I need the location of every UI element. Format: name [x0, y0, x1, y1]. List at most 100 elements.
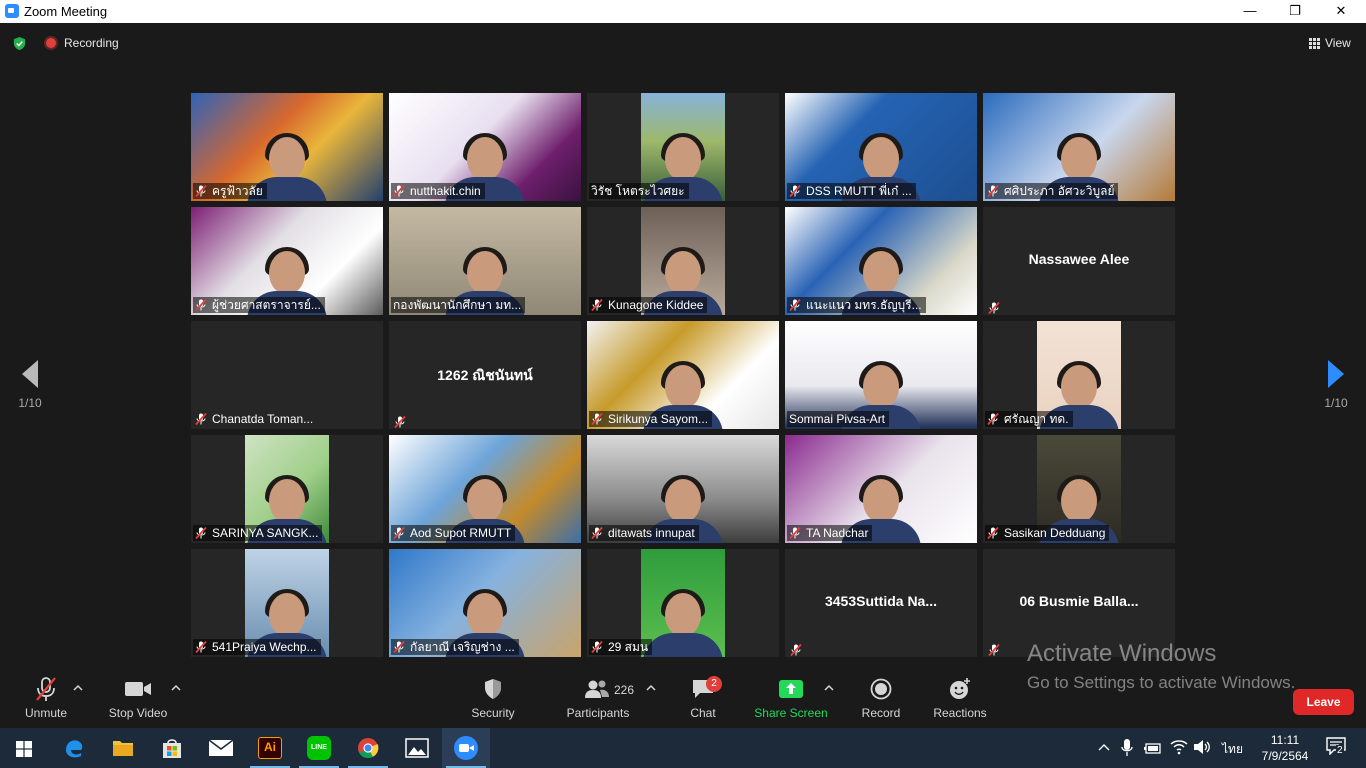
chat-unread-badge: 2: [706, 676, 722, 692]
taskbar-chrome[interactable]: [344, 728, 392, 768]
reactions-label: Reactions: [933, 706, 987, 720]
taskbar-store[interactable]: [148, 728, 196, 768]
taskbar-mail[interactable]: [197, 728, 245, 768]
participant-tile[interactable]: TA Nadchar: [785, 435, 977, 543]
security-label: Security: [471, 706, 515, 720]
chat-label: Chat: [690, 706, 716, 720]
notification-count: 2: [1336, 745, 1344, 756]
muted-mic-icon: [790, 644, 802, 656]
video-gallery: ครูฟ้าวลัย nutthakit.chin วิรัช โหตระไวศยะ…: [0, 0, 1366, 660]
security-button[interactable]: Security: [464, 676, 522, 720]
share-screen-button[interactable]: Share Screen: [752, 676, 830, 720]
muted-mic-icon: [393, 527, 405, 539]
participant-tile[interactable]: Kunagone Kiddee: [587, 207, 779, 315]
participant-name-label: Sommai Pivsa-Art: [787, 411, 890, 427]
taskbar-photos[interactable]: [393, 728, 441, 768]
chrome-browser-icon: [358, 738, 379, 759]
muted-mic-icon: [195, 527, 207, 539]
photos-icon: [405, 738, 429, 758]
participant-tile[interactable]: Chanatda Toman...: [191, 321, 383, 429]
muted-mic-icon: [988, 302, 1000, 314]
share-options-chevron-icon[interactable]: [824, 683, 834, 693]
participant-tile[interactable]: SARINYA SANGK...: [191, 435, 383, 543]
participant-name-label: Sasikan Dedduang: [985, 525, 1110, 541]
next-page-button[interactable]: 1/10: [1316, 360, 1356, 420]
muted-mic-indicator: [790, 641, 802, 656]
muted-mic-icon: [591, 641, 603, 653]
participant-name-label: DSS RMUTT พี่เก๋ ...: [787, 183, 916, 199]
participant-tile[interactable]: Sommai Pivsa-Art: [785, 321, 977, 429]
taskbar-line[interactable]: LINE: [295, 728, 343, 768]
microphone-tray-icon[interactable]: [1121, 739, 1133, 757]
participant-tile[interactable]: วิรัช โหตระไวศยะ: [587, 93, 779, 201]
participant-tile[interactable]: ศศิประภา อัศวะวิบูลย์: [983, 93, 1175, 201]
stop-video-button[interactable]: Stop Video: [104, 676, 172, 720]
start-button[interactable]: [0, 728, 48, 768]
participant-tile[interactable]: กัลยาณี เจริญช่าง ...: [389, 549, 581, 657]
record-button[interactable]: Record: [856, 676, 906, 720]
security-shield-icon: [485, 679, 501, 699]
battery-icon[interactable]: [1144, 741, 1162, 755]
taskbar-zoom[interactable]: [442, 728, 490, 768]
unmute-button[interactable]: Unmute: [16, 676, 76, 720]
participant-tile[interactable]: Sirikunya Sayom...: [587, 321, 779, 429]
page-indicator-right: 1/10: [1324, 396, 1348, 410]
participant-tile[interactable]: Sasikan Dedduang: [983, 435, 1175, 543]
participant-name: Sommai Pivsa-Art: [789, 412, 886, 426]
participant-tile[interactable]: 29 สมน: [587, 549, 779, 657]
input-language-indicator[interactable]: ไทย: [1222, 740, 1243, 759]
participant-name: ศรัณญา ทด.: [1004, 412, 1069, 426]
participant-name-label: Sirikunya Sayom...: [589, 411, 713, 427]
participant-tile[interactable]: Nassawee Alee: [983, 207, 1175, 315]
store-bag-icon: [163, 739, 181, 758]
participant-tile[interactable]: 541Praiya Wechp...: [191, 549, 383, 657]
participant-name-label: วิรัช โหตระไวศยะ: [589, 183, 689, 199]
audio-options-chevron-icon[interactable]: [73, 683, 83, 693]
participant-name-label: ครูฟ้าวลัย: [193, 183, 267, 199]
taskbar-edge[interactable]: [50, 728, 98, 768]
share-screen-arrow-icon: [779, 680, 803, 698]
participant-tile[interactable]: DSS RMUTT พี่เก๋ ...: [785, 93, 977, 201]
page-indicator-left: 1/10: [18, 396, 42, 410]
muted-mic-icon: [393, 185, 405, 197]
reactions-button[interactable]: Reactions: [930, 676, 990, 720]
participant-tile[interactable]: Aod Supot RMUTT: [389, 435, 581, 543]
participant-name: DSS RMUTT พี่เก๋ ...: [806, 184, 912, 198]
clock-time: 11:11: [1270, 733, 1300, 747]
participant-name: 1262 ณิชนันทน์: [437, 367, 533, 383]
muted-mic-icon: [789, 527, 801, 539]
muted-mic-icon: [394, 416, 406, 428]
muted-mic-icon: [987, 527, 999, 539]
participant-name: ศศิประภา อัศวะวิบูลย์: [1004, 184, 1115, 198]
muted-mic-icon: [987, 413, 999, 425]
participant-tile[interactable]: กองพัฒนานักศึกษา มท...: [389, 207, 581, 315]
taskbar-file-explorer[interactable]: [99, 728, 147, 768]
action-center-button[interactable]: 2: [1326, 737, 1348, 759]
participant-name: 29 สมน: [608, 640, 649, 654]
participants-options-chevron-icon[interactable]: [646, 683, 656, 693]
participants-label: Participants: [566, 706, 630, 720]
video-options-chevron-icon[interactable]: [171, 683, 181, 693]
participant-tile[interactable]: ผู้ช่วยศาสตราจารย์...: [191, 207, 383, 315]
participant-name-label: 541Praiya Wechp...: [193, 639, 321, 655]
leave-button[interactable]: Leave: [1293, 689, 1354, 715]
participant-tile[interactable]: 1262 ณิชนันทน์: [389, 321, 581, 429]
participant-name-label: nutthakit.chin: [391, 183, 485, 199]
participant-tile[interactable]: แนะแนว มทร.ธัญบุรี...: [785, 207, 977, 315]
participant-tile[interactable]: nutthakit.chin: [389, 93, 581, 201]
previous-page-button[interactable]: 1/10: [10, 360, 50, 420]
taskbar-illustrator[interactable]: Ai: [246, 728, 294, 768]
participant-tile[interactable]: ditawats innupat: [587, 435, 779, 543]
participant-tile[interactable]: ศรัณญา ทด.: [983, 321, 1175, 429]
taskbar-clock[interactable]: 11:11 7/9/2564: [1250, 732, 1320, 764]
volume-speaker-icon[interactable]: [1193, 739, 1211, 755]
share-screen-label: Share Screen: [754, 706, 828, 720]
wifi-icon[interactable]: [1170, 739, 1188, 755]
activate-windows-watermark: Activate Windows: [1027, 640, 1217, 667]
participant-tile[interactable]: 3453Suttida Na...: [785, 549, 977, 657]
record-label: Record: [861, 706, 901, 720]
participant-tile[interactable]: ครูฟ้าวลัย: [191, 93, 383, 201]
participants-count: 226: [614, 683, 635, 697]
show-hidden-icons-chevron-icon[interactable]: [1098, 742, 1110, 752]
unmute-label: Unmute: [24, 706, 68, 720]
